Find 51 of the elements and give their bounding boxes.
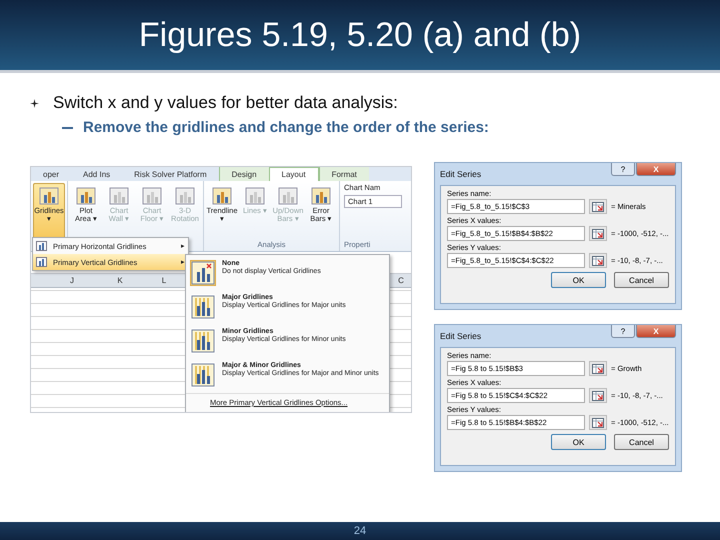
collapse-dialog-button[interactable] — [589, 388, 607, 403]
ribbon-tab[interactable]: Format — [318, 167, 369, 181]
collapse-dialog-button[interactable] — [589, 226, 607, 241]
gridlines-chart-icon — [190, 294, 216, 320]
range-select-icon — [592, 256, 604, 266]
column-header[interactable]: C — [391, 274, 411, 287]
bullet-icon — [30, 98, 39, 108]
ribbon-tab[interactable]: Layout — [268, 167, 319, 181]
ribbon-tab[interactable]: Risk Solver Platform — [122, 167, 219, 181]
column-header[interactable]: J — [48, 274, 96, 287]
dialog-button[interactable]: OK — [551, 434, 606, 450]
dialog-title: Edit Series — [440, 331, 482, 341]
chart-icon — [36, 257, 47, 267]
range-select-icon — [592, 228, 604, 238]
ribbon-tab[interactable]: Design — [218, 167, 269, 181]
chart-icon — [175, 187, 195, 205]
chart-icon — [278, 187, 298, 205]
dialog-title: Edit Series — [440, 169, 482, 179]
range-select-icon — [592, 418, 604, 428]
gridlines-chart-icon — [190, 260, 216, 286]
chart-icon — [212, 187, 232, 205]
gridlines-chart-icon — [190, 328, 216, 354]
chart-icon — [245, 187, 265, 205]
range-select-icon — [592, 390, 604, 400]
help-button[interactable]: ? — [611, 325, 635, 338]
slide-title: Figures 5.19, 5.20 (a) and (b) — [138, 16, 582, 54]
chart-icon — [36, 241, 47, 251]
dialog-button[interactable]: Cancel — [614, 434, 669, 450]
chart-icon — [109, 187, 129, 205]
collapse-dialog-button[interactable] — [589, 361, 607, 376]
ribbon-tab[interactable]: oper — [31, 167, 72, 181]
collapse-dialog-button[interactable] — [589, 199, 607, 214]
column-header[interactable]: K — [96, 274, 144, 287]
range-select-icon — [592, 202, 604, 212]
help-button[interactable]: ? — [611, 163, 635, 176]
dash-icon — [62, 126, 73, 128]
chart-icon — [142, 187, 162, 205]
bullet-text: Switch x and y values for better data analysis: — [53, 93, 398, 113]
page-number: 24 — [354, 525, 366, 537]
collapse-dialog-button[interactable] — [589, 253, 607, 268]
column-header[interactable]: L — [144, 274, 184, 287]
chart-icon — [311, 187, 331, 205]
dialog-button[interactable]: OK — [551, 272, 606, 288]
range-select-icon — [592, 364, 604, 374]
ribbon-tab[interactable]: Add Ins — [71, 167, 122, 181]
chart-icon — [76, 187, 96, 205]
collapse-dialog-button[interactable] — [589, 415, 607, 430]
dialog-button[interactable]: Cancel — [614, 272, 669, 288]
sub-bullet-text: Remove the gridlines and change the order of the series: — [83, 119, 489, 136]
chart-icon — [39, 187, 59, 205]
gridlines-chart-icon — [190, 362, 216, 388]
